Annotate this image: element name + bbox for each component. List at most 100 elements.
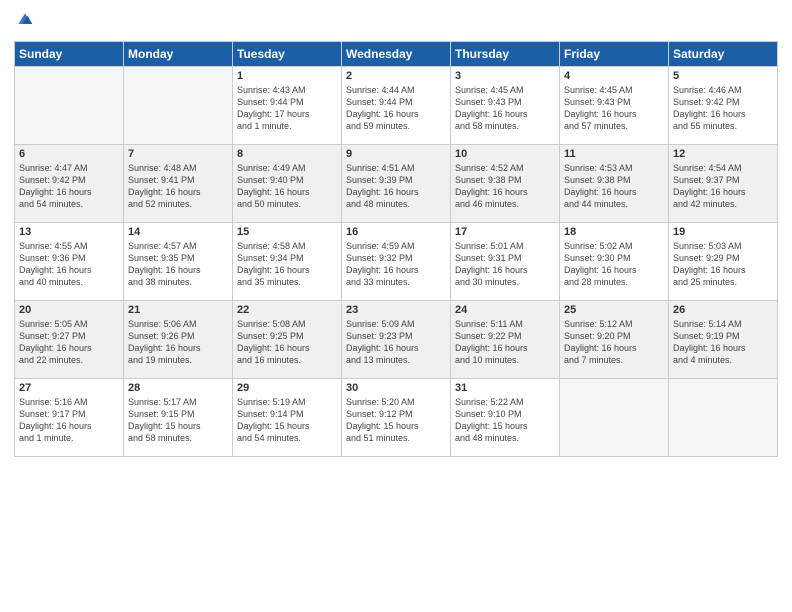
- calendar-cell: 8 Sunrise: 4:49 AM Sunset: 9:40 PM Daylig…: [233, 145, 342, 223]
- calendar-cell: 19 Sunrise: 5:03 AM Sunset: 9:29 PM Dayli…: [669, 223, 778, 301]
- day-detail: Sunrise: 5:20 AM Sunset: 9:12 PM Dayligh…: [346, 396, 446, 445]
- calendar-header-row: SundayMondayTuesdayWednesdayThursdayFrid…: [15, 42, 778, 67]
- day-number: 21: [128, 304, 228, 316]
- day-detail: Sunrise: 4:52 AM Sunset: 9:38 PM Dayligh…: [455, 162, 555, 211]
- header: [14, 10, 778, 33]
- day-detail: Sunrise: 4:48 AM Sunset: 9:41 PM Dayligh…: [128, 162, 228, 211]
- day-number: 24: [455, 304, 555, 316]
- day-number: 30: [346, 382, 446, 394]
- calendar-cell: 6 Sunrise: 4:47 AM Sunset: 9:42 PM Daylig…: [15, 145, 124, 223]
- day-detail: Sunrise: 5:08 AM Sunset: 9:25 PM Dayligh…: [237, 318, 337, 367]
- day-number: 13: [19, 226, 119, 238]
- calendar-cell: [669, 379, 778, 457]
- day-detail: Sunrise: 5:14 AM Sunset: 9:19 PM Dayligh…: [673, 318, 773, 367]
- calendar-cell: 23Sunrise: 5:09 AM Sunset: 9:23 PM Dayli…: [342, 301, 451, 379]
- day-number: 10: [455, 148, 555, 160]
- day-detail: Sunrise: 5:19 AM Sunset: 9:14 PM Dayligh…: [237, 396, 337, 445]
- day-detail: Sunrise: 4:54 AM Sunset: 9:37 PM Dayligh…: [673, 162, 773, 211]
- calendar-cell: [560, 379, 669, 457]
- day-number: 7: [128, 148, 228, 160]
- day-number: 17: [455, 226, 555, 238]
- calendar-cell: 9 Sunrise: 4:51 AM Sunset: 9:39 PM Daylig…: [342, 145, 451, 223]
- calendar-cell: [124, 67, 233, 145]
- calendar-table: SundayMondayTuesdayWednesdayThursdayFrid…: [14, 41, 778, 457]
- day-detail: Sunrise: 4:57 AM Sunset: 9:35 PM Dayligh…: [128, 240, 228, 289]
- calendar-week-row: 20Sunrise: 5:05 AM Sunset: 9:27 PM Dayli…: [15, 301, 778, 379]
- calendar-cell: 5 Sunrise: 4:46 AM Sunset: 9:42 PM Daylig…: [669, 67, 778, 145]
- day-number: 14: [128, 226, 228, 238]
- day-detail: Sunrise: 4:45 AM Sunset: 9:43 PM Dayligh…: [455, 84, 555, 133]
- day-detail: Sunrise: 4:49 AM Sunset: 9:40 PM Dayligh…: [237, 162, 337, 211]
- day-detail: Sunrise: 4:53 AM Sunset: 9:38 PM Dayligh…: [564, 162, 664, 211]
- day-number: 12: [673, 148, 773, 160]
- calendar-week-row: 13 Sunrise: 4:55 AM Sunset: 9:36 PM Dayli…: [15, 223, 778, 301]
- day-detail: Sunrise: 5:03 AM Sunset: 9:29 PM Dayligh…: [673, 240, 773, 289]
- day-detail: Sunrise: 5:22 AM Sunset: 9:10 PM Dayligh…: [455, 396, 555, 445]
- calendar-cell: 30 Sunrise: 5:20 AM Sunset: 9:12 PM Dayli…: [342, 379, 451, 457]
- day-number: 25: [564, 304, 664, 316]
- calendar-cell: 3 Sunrise: 4:45 AM Sunset: 9:43 PM Daylig…: [451, 67, 560, 145]
- calendar-cell: 21 Sunrise: 5:06 AM Sunset: 9:26 PM Dayli…: [124, 301, 233, 379]
- calendar-cell: 13 Sunrise: 4:55 AM Sunset: 9:36 PM Dayli…: [15, 223, 124, 301]
- calendar-header-tuesday: Tuesday: [233, 42, 342, 67]
- calendar-cell: 2 Sunrise: 4:44 AM Sunset: 9:44 PM Daylig…: [342, 67, 451, 145]
- day-number: 23: [346, 304, 446, 316]
- calendar-week-row: 27 Sunrise: 5:16 AM Sunset: 9:17 PM Dayli…: [15, 379, 778, 457]
- day-number: 26: [673, 304, 773, 316]
- day-number: 3: [455, 70, 555, 82]
- day-number: 15: [237, 226, 337, 238]
- day-detail: Sunrise: 4:58 AM Sunset: 9:34 PM Dayligh…: [237, 240, 337, 289]
- day-number: 2: [346, 70, 446, 82]
- day-detail: Sunrise: 5:17 AM Sunset: 9:15 PM Dayligh…: [128, 396, 228, 445]
- calendar-header-monday: Monday: [124, 42, 233, 67]
- page: SundayMondayTuesdayWednesdayThursdayFrid…: [0, 0, 792, 612]
- day-detail: Sunrise: 4:43 AM Sunset: 9:44 PM Dayligh…: [237, 84, 337, 133]
- day-number: 8: [237, 148, 337, 160]
- calendar-cell: 20Sunrise: 5:05 AM Sunset: 9:27 PM Dayli…: [15, 301, 124, 379]
- day-number: 9: [346, 148, 446, 160]
- calendar-cell: 15 Sunrise: 4:58 AM Sunset: 9:34 PM Dayli…: [233, 223, 342, 301]
- day-number: 31: [455, 382, 555, 394]
- calendar-week-row: 6 Sunrise: 4:47 AM Sunset: 9:42 PM Daylig…: [15, 145, 778, 223]
- calendar-cell: 24Sunrise: 5:11 AM Sunset: 9:22 PM Dayli…: [451, 301, 560, 379]
- day-number: 19: [673, 226, 773, 238]
- day-detail: Sunrise: 4:51 AM Sunset: 9:39 PM Dayligh…: [346, 162, 446, 211]
- day-detail: Sunrise: 4:45 AM Sunset: 9:43 PM Dayligh…: [564, 84, 664, 133]
- calendar-cell: 10 Sunrise: 4:52 AM Sunset: 9:38 PM Dayli…: [451, 145, 560, 223]
- day-number: 18: [564, 226, 664, 238]
- day-number: 11: [564, 148, 664, 160]
- calendar-cell: 1Sunrise: 4:43 AM Sunset: 9:44 PM Daylig…: [233, 67, 342, 145]
- calendar-cell: 25 Sunrise: 5:12 AM Sunset: 9:20 PM Dayli…: [560, 301, 669, 379]
- day-detail: Sunrise: 4:59 AM Sunset: 9:32 PM Dayligh…: [346, 240, 446, 289]
- calendar-cell: 22Sunrise: 5:08 AM Sunset: 9:25 PM Dayli…: [233, 301, 342, 379]
- day-detail: Sunrise: 5:06 AM Sunset: 9:26 PM Dayligh…: [128, 318, 228, 367]
- day-detail: Sunrise: 5:12 AM Sunset: 9:20 PM Dayligh…: [564, 318, 664, 367]
- calendar-header-thursday: Thursday: [451, 42, 560, 67]
- day-detail: Sunrise: 5:16 AM Sunset: 9:17 PM Dayligh…: [19, 396, 119, 445]
- day-detail: Sunrise: 5:01 AM Sunset: 9:31 PM Dayligh…: [455, 240, 555, 289]
- day-detail: Sunrise: 5:05 AM Sunset: 9:27 PM Dayligh…: [19, 318, 119, 367]
- calendar-cell: 14 Sunrise: 4:57 AM Sunset: 9:35 PM Dayli…: [124, 223, 233, 301]
- day-number: 5: [673, 70, 773, 82]
- calendar-cell: 27 Sunrise: 5:16 AM Sunset: 9:17 PM Dayli…: [15, 379, 124, 457]
- day-detail: Sunrise: 4:44 AM Sunset: 9:44 PM Dayligh…: [346, 84, 446, 133]
- day-detail: Sunrise: 4:47 AM Sunset: 9:42 PM Dayligh…: [19, 162, 119, 211]
- day-detail: Sunrise: 4:46 AM Sunset: 9:42 PM Dayligh…: [673, 84, 773, 133]
- day-number: 6: [19, 148, 119, 160]
- logo-icon: [16, 10, 34, 28]
- calendar-header-friday: Friday: [560, 42, 669, 67]
- day-number: 16: [346, 226, 446, 238]
- calendar-cell: 11 Sunrise: 4:53 AM Sunset: 9:38 PM Dayli…: [560, 145, 669, 223]
- calendar-header-sunday: Sunday: [15, 42, 124, 67]
- calendar-cell: 31 Sunrise: 5:22 AM Sunset: 9:10 PM Dayli…: [451, 379, 560, 457]
- day-detail: Sunrise: 5:02 AM Sunset: 9:30 PM Dayligh…: [564, 240, 664, 289]
- calendar-header-saturday: Saturday: [669, 42, 778, 67]
- calendar-cell: 4 Sunrise: 4:45 AM Sunset: 9:43 PM Daylig…: [560, 67, 669, 145]
- day-number: 28: [128, 382, 228, 394]
- day-detail: Sunrise: 4:55 AM Sunset: 9:36 PM Dayligh…: [19, 240, 119, 289]
- day-number: 4: [564, 70, 664, 82]
- day-number: 27: [19, 382, 119, 394]
- day-number: 29: [237, 382, 337, 394]
- calendar-cell: 26 Sunrise: 5:14 AM Sunset: 9:19 PM Dayli…: [669, 301, 778, 379]
- calendar-cell: 28 Sunrise: 5:17 AM Sunset: 9:15 PM Dayli…: [124, 379, 233, 457]
